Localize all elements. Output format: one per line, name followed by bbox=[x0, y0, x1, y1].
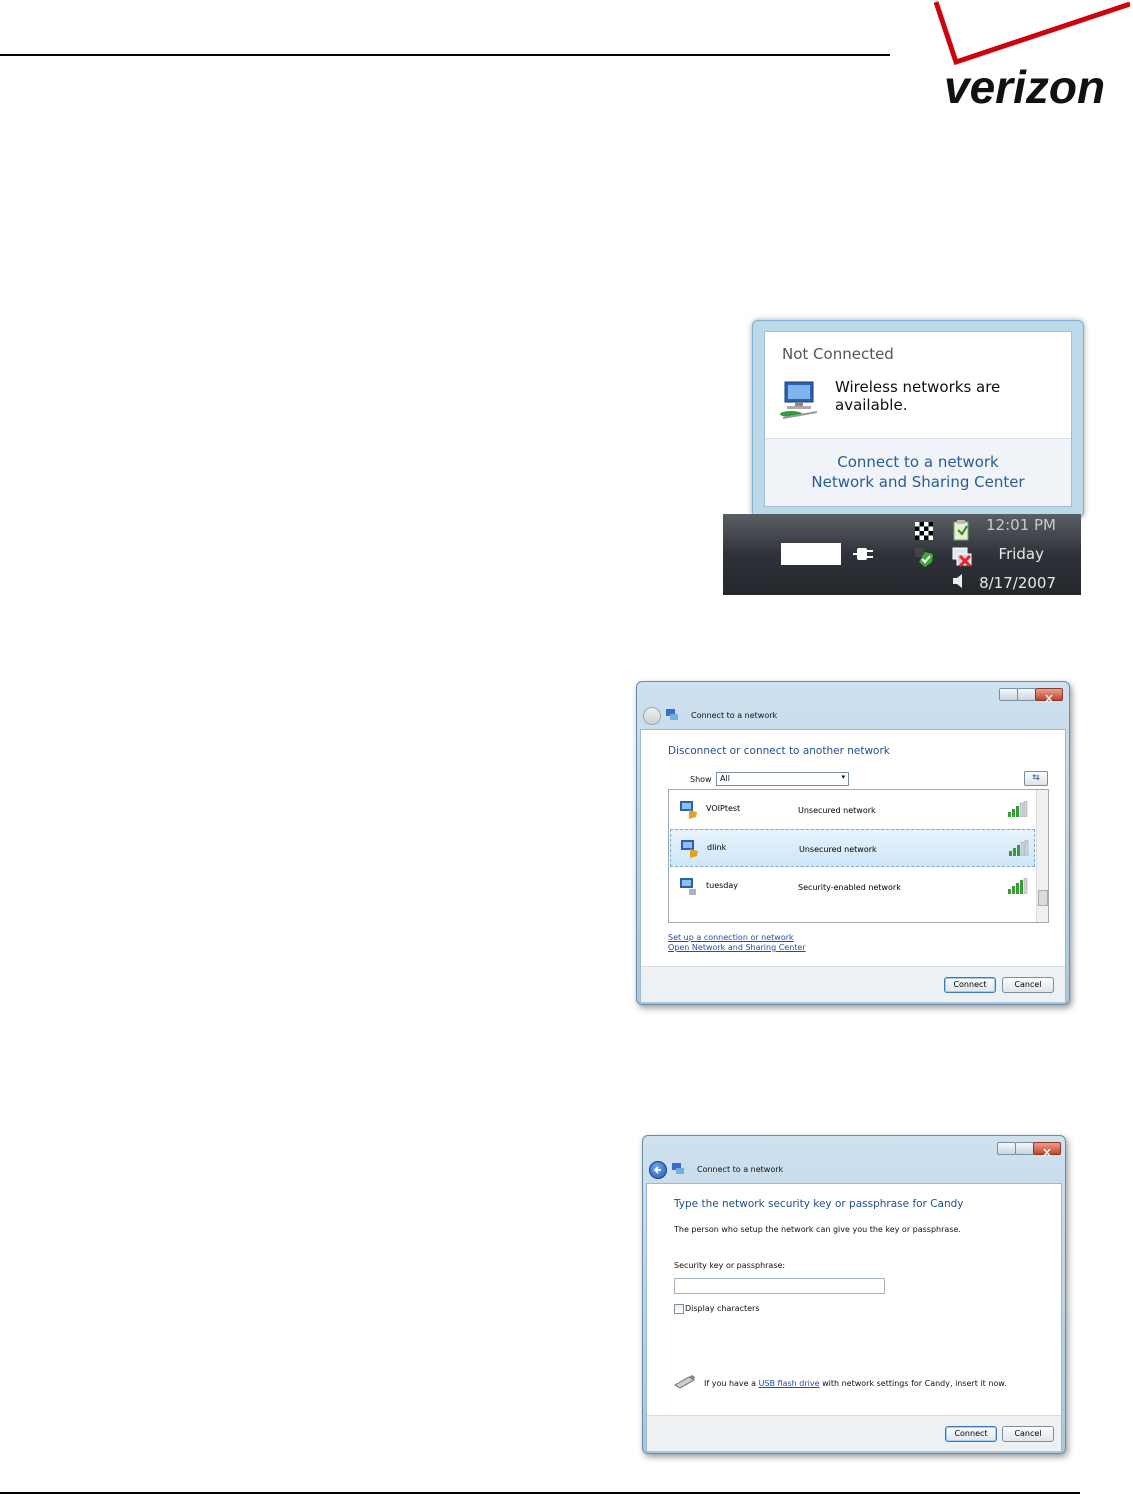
power-plug-icon[interactable] bbox=[853, 544, 877, 564]
cancel-button[interactable]: Cancel bbox=[1002, 1426, 1054, 1442]
show-select-value: All bbox=[720, 774, 730, 783]
back-arrow-icon[interactable] bbox=[649, 1161, 667, 1179]
verizon-check-icon: verizon bbox=[933, 1, 1131, 113]
security-key-input[interactable] bbox=[674, 1278, 885, 1294]
network-status: Unsecured network bbox=[798, 806, 876, 815]
usb-note-pre: If you have a bbox=[704, 1379, 757, 1388]
network-computer-icon bbox=[780, 381, 818, 419]
balloon-message: Wireless networks are available. bbox=[835, 378, 1001, 414]
scrollbar-thumb[interactable] bbox=[1038, 890, 1048, 906]
network-status: Unsecured network bbox=[799, 845, 877, 854]
network-row-tuesday[interactable]: tuesday Security-enabled network bbox=[670, 868, 1035, 904]
network-computer-icon bbox=[680, 801, 697, 819]
network-list: VOIPtest Unsecured network dlink Unsecur… bbox=[668, 789, 1049, 923]
close-button[interactable] bbox=[1033, 1142, 1061, 1157]
app-tray-icon[interactable] bbox=[915, 522, 933, 540]
show-select[interactable]: All ▾ bbox=[716, 772, 849, 786]
balloon-links-area: Connect to a network Network and Sharing… bbox=[765, 438, 1071, 506]
connect-to-network-link[interactable]: Connect to a network bbox=[765, 453, 1071, 471]
minimize-button[interactable] bbox=[999, 688, 1018, 701]
cancel-button[interactable]: Cancel bbox=[1002, 977, 1054, 993]
taskbar: 12:01 PM Friday 8/17/2007 bbox=[723, 514, 1081, 595]
taskbar-time[interactable]: 12:01 PM bbox=[966, 516, 1056, 534]
footer-rule bbox=[0, 1492, 1080, 1494]
verizon-logo: verizon bbox=[930, 0, 1131, 115]
usb-note: If you have a USB flash drive with netwo… bbox=[704, 1379, 1007, 1388]
logo-text: verizon bbox=[944, 61, 1105, 113]
chevron-down-icon: ▾ bbox=[841, 773, 845, 781]
network-name: VOIPtest bbox=[706, 804, 741, 813]
connect-button[interactable]: Connect bbox=[944, 977, 996, 993]
header-rule bbox=[0, 54, 890, 56]
network-name: dlink bbox=[707, 843, 727, 852]
open-network-center-link[interactable]: Open Network and Sharing Center bbox=[668, 943, 806, 952]
network-name: tuesday bbox=[706, 881, 739, 890]
battery-icon[interactable] bbox=[781, 543, 841, 565]
maximize-button[interactable] bbox=[1015, 1142, 1034, 1155]
taskbar-day[interactable]: Friday bbox=[954, 545, 1044, 563]
usb-flash-drive-link[interactable]: USB flash drive bbox=[759, 1379, 820, 1388]
network-computer-icon bbox=[681, 840, 698, 858]
signal-strength-icon bbox=[1008, 878, 1028, 894]
refresh-icon[interactable]: ⇆ bbox=[1024, 771, 1048, 786]
show-label: Show bbox=[690, 775, 712, 784]
network-computer-icon bbox=[680, 878, 696, 895]
balloon-title: Not Connected bbox=[782, 345, 894, 363]
setup-connection-link[interactable]: Set up a connection or network bbox=[668, 933, 794, 942]
network-wizard-icon bbox=[666, 709, 678, 720]
close-icon bbox=[1045, 694, 1053, 703]
signal-strength-icon bbox=[1008, 801, 1028, 817]
maximize-button[interactable] bbox=[1017, 688, 1036, 701]
minimize-button[interactable] bbox=[997, 1142, 1016, 1155]
connect-network-dialog: Connect to a network Disconnect or conne… bbox=[636, 681, 1070, 1005]
dialog-content: Type the network security key or passphr… bbox=[646, 1183, 1062, 1451]
security-key-label: Security key or passphrase: bbox=[674, 1261, 786, 1270]
back-arrow-icon[interactable] bbox=[643, 707, 661, 725]
signal-strength-icon bbox=[1009, 840, 1029, 856]
security-key-dialog: Connect to a network Type the network se… bbox=[642, 1135, 1066, 1454]
usb-note-post: with network settings for Candy, insert … bbox=[822, 1379, 1007, 1388]
close-icon bbox=[1043, 1148, 1051, 1157]
dialog-content: Disconnect or connect to another network… bbox=[640, 729, 1066, 1002]
scrollbar[interactable] bbox=[1036, 790, 1048, 922]
usb-drive-icon bbox=[674, 1375, 695, 1389]
dialog-heading: Disconnect or connect to another network bbox=[668, 745, 890, 757]
dialog-footer: Connect Cancel bbox=[641, 966, 1065, 1002]
back-arrow-glyph bbox=[653, 1166, 661, 1174]
dialog-footer: Connect Cancel bbox=[647, 1415, 1061, 1451]
dialog-heading: Type the network security key or passphr… bbox=[674, 1198, 964, 1210]
display-characters-checkbox[interactable] bbox=[674, 1304, 684, 1314]
network-wizard-icon bbox=[672, 1163, 684, 1174]
network-status: Security-enabled network bbox=[798, 883, 901, 892]
dialog-subtext: The person who setup the network can giv… bbox=[674, 1225, 961, 1234]
notification-balloon: Not Connected Wireless networks are avai… bbox=[764, 331, 1072, 507]
dialog-title: Connect to a network bbox=[691, 711, 778, 720]
close-button[interactable] bbox=[1035, 688, 1063, 703]
volume-icon[interactable] bbox=[951, 572, 967, 590]
network-row-dlink[interactable]: dlink Unsecured network bbox=[670, 829, 1035, 867]
security-shield-icon[interactable] bbox=[915, 548, 935, 568]
taskbar-date[interactable]: 8/17/2007 bbox=[966, 574, 1056, 592]
network-sharing-center-link[interactable]: Network and Sharing Center bbox=[765, 473, 1071, 491]
dialog-title: Connect to a network bbox=[697, 1165, 784, 1174]
display-characters-label: Display characters bbox=[685, 1304, 760, 1313]
connect-button[interactable]: Connect bbox=[945, 1426, 997, 1442]
network-row-voiptest[interactable]: VOIPtest Unsecured network bbox=[670, 791, 1035, 827]
